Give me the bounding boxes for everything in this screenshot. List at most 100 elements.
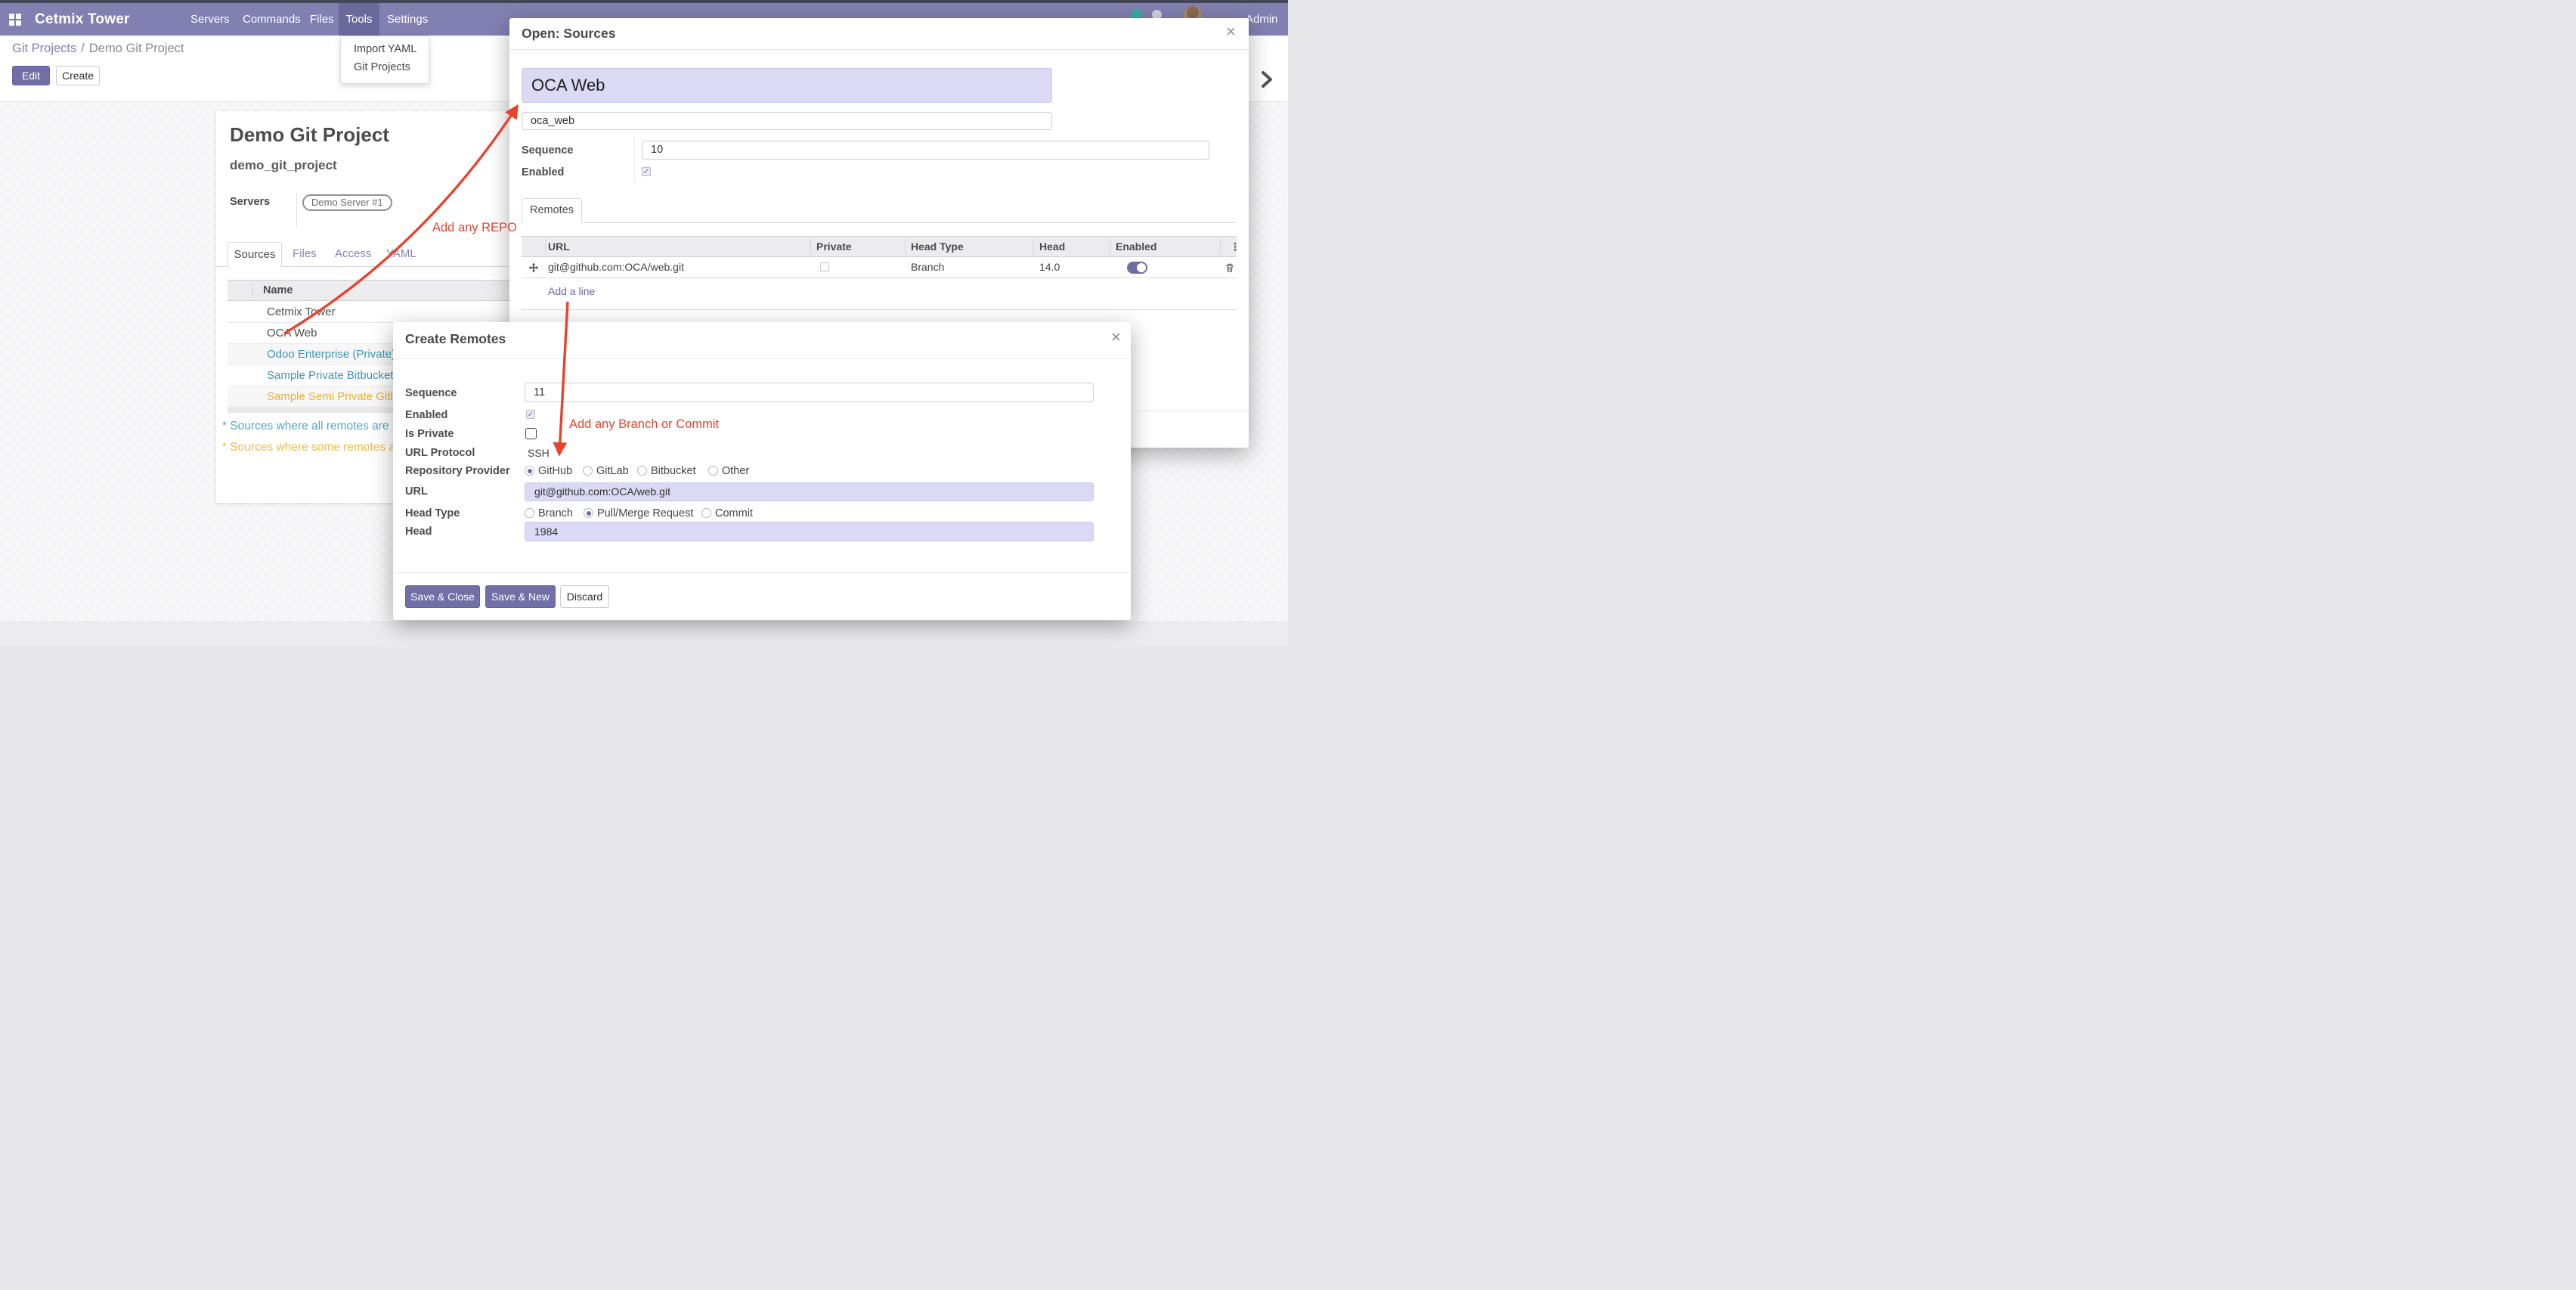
breadcrumb-parent-link[interactable]: Git Projects bbox=[12, 42, 76, 55]
apps-grid-icon[interactable] bbox=[9, 14, 21, 26]
radio-bitbucket-label[interactable]: Bitbucket bbox=[651, 465, 696, 477]
repository-provider-label: Repository Provider bbox=[405, 465, 510, 477]
save-new-button[interactable]: Save & New bbox=[485, 585, 556, 608]
radio-branch[interactable] bbox=[525, 508, 534, 518]
divider bbox=[509, 49, 1249, 50]
url-label: URL bbox=[405, 485, 428, 498]
tab-files[interactable]: Files bbox=[293, 242, 317, 267]
remote-url-cell: git@github.com:OCA/web.git bbox=[548, 257, 684, 278]
source-code-input[interactable]: oca_web bbox=[522, 112, 1052, 130]
trash-icon[interactable] bbox=[1225, 262, 1235, 273]
nav-item-commands[interactable]: Commands bbox=[243, 3, 301, 36]
enabled-checkbox[interactable]: ✓ bbox=[526, 410, 535, 419]
radio-other[interactable] bbox=[708, 466, 718, 476]
create-button[interactable]: Create bbox=[56, 66, 100, 85]
tab-baseline bbox=[522, 222, 1237, 223]
discard-button[interactable]: Discard bbox=[560, 585, 609, 608]
menu-item-git-projects[interactable]: Git Projects bbox=[354, 61, 410, 73]
radio-pull-merge-request-label[interactable]: Pull/Merge Request bbox=[597, 507, 693, 519]
list-bottom-border bbox=[522, 309, 1237, 310]
column-divider bbox=[1033, 240, 1034, 255]
head-input[interactable]: 1984 bbox=[525, 522, 1094, 541]
column-enabled: Enabled bbox=[1116, 237, 1156, 256]
source-name-input[interactable]: OCA Web bbox=[522, 68, 1052, 103]
user-menu[interactable]: Admin bbox=[1246, 3, 1278, 36]
footnote-semi-private: * Sources where some remotes are bbox=[222, 441, 406, 454]
radio-github-label[interactable]: GitHub bbox=[538, 465, 572, 477]
close-icon[interactable]: × bbox=[1226, 24, 1236, 39]
bottom-band bbox=[0, 622, 1288, 645]
url-input[interactable]: git@github.com:OCA/web.git bbox=[525, 482, 1094, 501]
column-head-type: Head Type bbox=[911, 237, 964, 256]
is-private-checkbox[interactable] bbox=[525, 428, 537, 439]
radio-commit[interactable] bbox=[701, 508, 711, 518]
radio-pull-merge-request[interactable] bbox=[584, 508, 593, 518]
radio-commit-label[interactable]: Commit bbox=[715, 507, 753, 519]
radio-gitlab[interactable] bbox=[583, 466, 593, 476]
chevron-right-icon bbox=[1255, 68, 1277, 91]
nav-item-tools[interactable]: Tools bbox=[339, 3, 379, 36]
project-title: Demo Git Project bbox=[230, 123, 389, 147]
remote-row[interactable]: git@github.com:OCA/web.git Branch 14.0 bbox=[522, 257, 1237, 278]
head-label: Head bbox=[405, 526, 432, 538]
column-divider bbox=[252, 284, 253, 299]
is-private-label: Is Private bbox=[405, 428, 454, 440]
nav-item-servers[interactable]: Servers bbox=[190, 3, 230, 36]
brand-title[interactable]: Cetmix Tower bbox=[35, 3, 130, 36]
tab-remotes[interactable]: Remotes bbox=[522, 198, 582, 223]
menu-item-import-yaml[interactable]: Import YAML bbox=[354, 43, 416, 55]
modal-title: Open: Sources bbox=[522, 26, 615, 42]
server-tag[interactable]: Demo Server #1 bbox=[302, 194, 392, 211]
project-code: demo_git_project bbox=[230, 158, 337, 173]
enabled-label: Enabled bbox=[522, 166, 564, 178]
create-remotes-modal: Create Remotes × Sequence Enabled Is Pri… bbox=[393, 322, 1131, 620]
toggle-knob bbox=[1137, 263, 1146, 272]
head-type-label: Head Type bbox=[405, 507, 460, 519]
sequence-input[interactable]: 10 bbox=[642, 141, 1209, 160]
nav-item-files[interactable]: Files bbox=[310, 3, 334, 36]
nav-item-settings[interactable]: Settings bbox=[387, 3, 428, 36]
modal-title: Create Remotes bbox=[405, 331, 506, 347]
column-private: Private bbox=[816, 237, 852, 256]
enabled-label: Enabled bbox=[405, 409, 447, 421]
add-a-line-link[interactable]: Add a line bbox=[548, 285, 595, 297]
radio-github[interactable] bbox=[525, 466, 534, 476]
column-divider bbox=[1220, 240, 1221, 255]
column-divider bbox=[810, 240, 811, 255]
footnote-private: * Sources where all remotes are pri bbox=[222, 420, 405, 433]
column-divider bbox=[905, 240, 906, 255]
radio-branch-label[interactable]: Branch bbox=[538, 507, 573, 519]
tools-dropdown-menu: Import YAML Git Projects bbox=[340, 36, 429, 84]
radio-bitbucket[interactable] bbox=[637, 466, 647, 476]
options-kebab-icon[interactable]: ⋮ bbox=[1230, 237, 1240, 256]
tab-sources[interactable]: Sources bbox=[228, 242, 282, 267]
column-name: Name bbox=[263, 281, 293, 300]
breadcrumb: Git Projects/Demo Git Project bbox=[12, 42, 184, 56]
divider bbox=[393, 358, 1131, 359]
enabled-checkbox[interactable]: ✓ bbox=[642, 167, 651, 176]
breadcrumb-current: Demo Git Project bbox=[89, 42, 184, 55]
head-type-cell: Branch bbox=[911, 257, 944, 278]
close-icon[interactable]: × bbox=[1111, 330, 1121, 345]
sequence-input[interactable]: 11 bbox=[525, 383, 1094, 402]
save-close-button[interactable]: Save & Close bbox=[405, 585, 480, 608]
servers-label: Servers bbox=[230, 196, 270, 208]
edit-button[interactable]: Edit bbox=[12, 66, 50, 85]
radio-other-label[interactable]: Other bbox=[722, 465, 749, 477]
column-divider bbox=[545, 240, 546, 255]
column-head: Head bbox=[1039, 237, 1065, 256]
drag-handle-icon[interactable] bbox=[528, 262, 539, 273]
pager-next-button[interactable] bbox=[1255, 68, 1277, 91]
enabled-toggle[interactable] bbox=[1127, 262, 1147, 274]
sequence-label: Sequence bbox=[522, 144, 574, 157]
breadcrumb-separator: / bbox=[76, 42, 89, 55]
footer-divider bbox=[393, 572, 1131, 573]
sequence-label: Sequence bbox=[405, 387, 457, 399]
private-checkbox[interactable] bbox=[820, 262, 829, 271]
tab-access[interactable]: Access bbox=[335, 242, 371, 267]
tab-yaml[interactable]: YAML bbox=[386, 242, 416, 267]
field-separator bbox=[634, 138, 635, 182]
url-protocol-value: SSH bbox=[528, 447, 550, 459]
radio-gitlab-label[interactable]: GitLab bbox=[596, 465, 629, 477]
url-protocol-label: URL Protocol bbox=[405, 447, 475, 459]
